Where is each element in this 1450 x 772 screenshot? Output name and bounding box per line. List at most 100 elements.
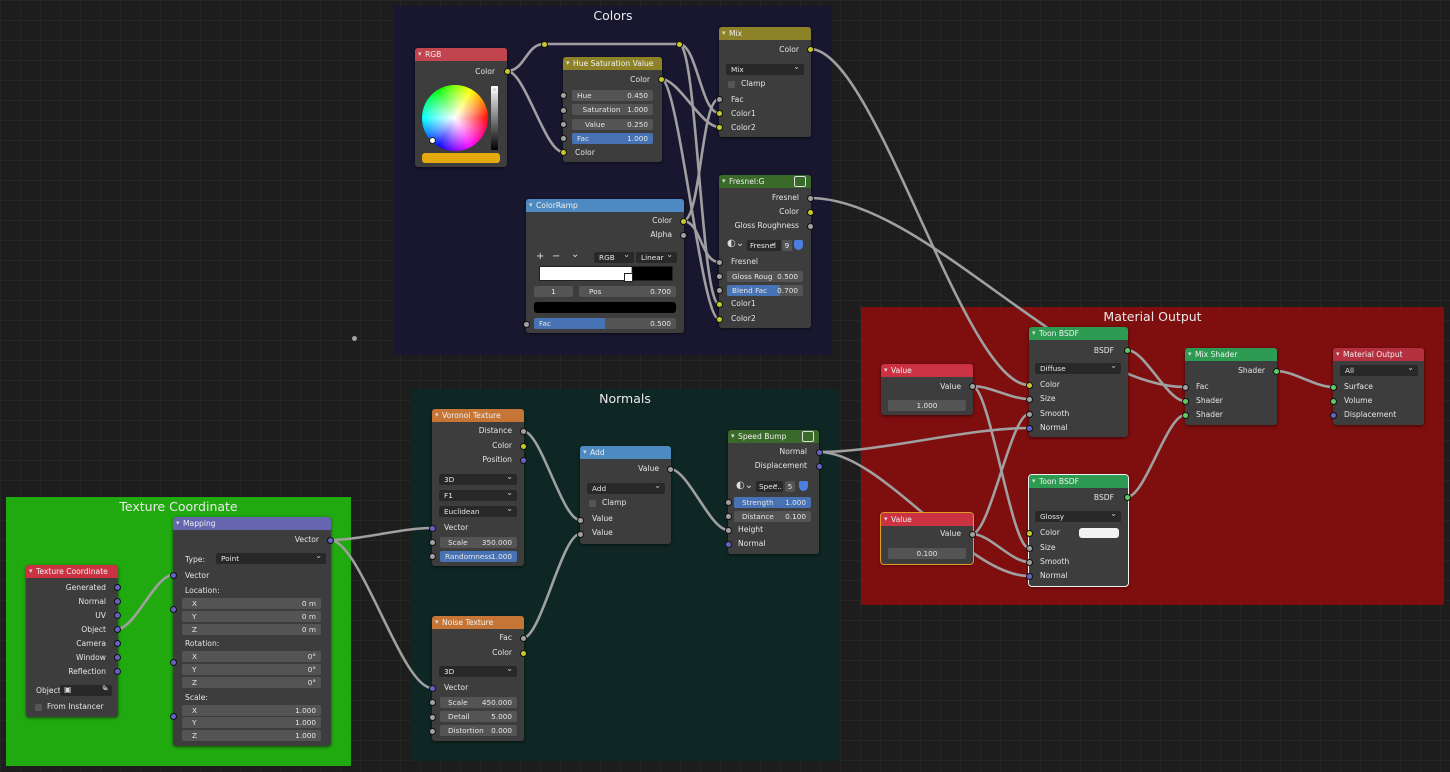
noise-texture-node[interactable]: Noise Texture Fac Color 3D Vector Scale 4…	[432, 616, 524, 741]
socket-voronoi-distance[interactable]	[520, 428, 527, 435]
socket-fresnel-in-blend[interactable]	[716, 287, 723, 294]
socket-matout-surface[interactable]	[1330, 384, 1337, 391]
toon2-color-swatch[interactable]	[1079, 528, 1119, 538]
value1-node-header[interactable]: Value	[881, 364, 973, 377]
rotation-x-field[interactable]: X 0°	[182, 651, 321, 662]
remove-stop-icon[interactable]: −	[552, 251, 560, 262]
socket-fresnel-out-color[interactable]	[807, 209, 814, 216]
node-tree-icon[interactable]: ◐⌄	[736, 480, 753, 491]
ramp-menu-chevron-icon[interactable]: ⌄	[571, 249, 579, 260]
socket-fresnel-out-gloss[interactable]	[807, 223, 814, 230]
socket-toon1-normal[interactable]	[1026, 425, 1033, 432]
socket-mapping-scale[interactable]	[170, 713, 177, 720]
scale-z-field[interactable]: Z 1.000	[182, 730, 321, 741]
socket-reroute-a[interactable]	[541, 41, 548, 48]
socket-mapping-rotation[interactable]	[170, 659, 177, 666]
socket-hsv-hue[interactable]	[560, 92, 567, 99]
socket-value1-out[interactable]	[969, 383, 976, 390]
gloss-roughness-field[interactable]: Gloss Roug 0.500	[727, 271, 803, 282]
socket-voronoi-scale[interactable]	[429, 539, 436, 546]
colorramp-node[interactable]: ColorRamp Color Alpha + − ⌄ RGB Linear 1…	[526, 199, 684, 333]
voronoi-node-header[interactable]: Voronoi Texture	[432, 409, 524, 422]
fresnel-group-node[interactable]: Fresnel:G Fresnel Color Gloss Roughness …	[719, 175, 811, 328]
mix-node-header[interactable]: Mix	[719, 27, 811, 40]
socket-fresnel-in-fresnel[interactable]	[716, 259, 723, 266]
ramp-stop-index-field[interactable]: 1	[534, 286, 573, 297]
fake-user-shield-icon[interactable]	[799, 481, 808, 491]
rgb-node-header[interactable]: RGB	[415, 48, 507, 61]
toon1-component-dropdown[interactable]: Diffuse	[1035, 360, 1121, 374]
mix-node[interactable]: Mix Color Mix Clamp Fac Color1 Color2	[719, 27, 811, 137]
socket-toon1-color[interactable]	[1026, 382, 1033, 389]
noise-scale-field[interactable]: Scale 450.000	[440, 697, 517, 708]
speed-bump-users-count[interactable]: 5	[785, 481, 795, 492]
noise-distortion-field[interactable]: Distortion 0.000	[440, 725, 517, 736]
rgb-node[interactable]: RGB Color	[415, 48, 507, 167]
socket-matout-volume[interactable]	[1330, 398, 1337, 405]
socket-ramp-alpha[interactable]	[680, 232, 687, 239]
socket-hsv-saturation[interactable]	[560, 107, 567, 114]
socket-texcoord-reflection[interactable]	[114, 668, 121, 675]
socket-mapping-location[interactable]	[170, 606, 177, 613]
socket-hsv-fac[interactable]	[560, 135, 567, 142]
reroute-dot[interactable]	[352, 336, 357, 341]
toon1-node-header[interactable]: Toon BSDF	[1029, 327, 1128, 340]
socket-toon2-smooth[interactable]	[1026, 559, 1033, 566]
value2-node-header[interactable]: Value	[881, 513, 973, 526]
fresnel-group-name-field[interactable]: Fresnel	[747, 237, 781, 251]
socket-texcoord-normal[interactable]	[114, 598, 121, 605]
noise-dimensions-dropdown[interactable]: 3D	[439, 663, 517, 677]
socket-noise-distortion[interactable]	[429, 728, 436, 735]
socket-ramp-color[interactable]	[680, 218, 687, 225]
ramp-fac-field[interactable]: Fac 0.500	[534, 318, 676, 329]
from-instancer-checkbox[interactable]	[35, 704, 42, 711]
voronoi-metric-dropdown[interactable]: Euclidean	[439, 503, 517, 517]
saturation-field[interactable]: Saturation 1.000	[572, 104, 653, 115]
socket-reroute-b[interactable]	[676, 41, 683, 48]
socket-toon2-size[interactable]	[1026, 545, 1033, 552]
socket-texcoord-camera[interactable]	[114, 640, 121, 647]
mix-blend-dropdown[interactable]: Mix	[726, 61, 804, 75]
add-operation-dropdown[interactable]: Add	[587, 480, 665, 494]
ramp-stop-color-swatch[interactable]	[534, 302, 676, 313]
socket-noise-scale[interactable]	[429, 699, 436, 706]
add-math-node[interactable]: Add Value Add Clamp Value Value	[580, 446, 671, 544]
socket-texcoord-uv[interactable]	[114, 612, 121, 619]
socket-voronoi-color[interactable]	[520, 443, 527, 450]
location-x-field[interactable]: X 0 m	[182, 598, 321, 609]
socket-noise-fac[interactable]	[520, 635, 527, 642]
mapping-type-dropdown[interactable]: Point	[216, 550, 326, 564]
material-output-node[interactable]: Material Output All Surface Volume Displ…	[1333, 348, 1424, 425]
rotation-z-field[interactable]: Z 0°	[182, 677, 321, 688]
value-slider[interactable]	[491, 86, 498, 150]
noise-detail-field[interactable]: Detail 5.000	[440, 711, 517, 722]
eyedropper-icon[interactable]: ✎	[102, 684, 109, 693]
socket-bump-height[interactable]	[725, 527, 732, 534]
socket-fresnel-in-gloss[interactable]	[716, 273, 723, 280]
speed-bump-group-node[interactable]: Speed Bump Normal Displacement ◐⌄ Spee..…	[728, 430, 819, 554]
socket-noise-vector[interactable]	[429, 685, 436, 692]
value-node-1[interactable]: Value Value 1.000	[881, 364, 973, 415]
location-y-field[interactable]: Y 0 m	[182, 611, 321, 622]
voronoi-scale-field[interactable]: Scale 350.000	[440, 537, 517, 548]
socket-mapping-vector[interactable]	[170, 572, 177, 579]
toon-bsdf-node-1[interactable]: Toon BSDF BSDF Diffuse Color Size Smooth…	[1029, 327, 1128, 437]
socket-mixshader-shader2[interactable]	[1182, 412, 1189, 419]
color-wheel-cursor[interactable]	[429, 137, 436, 144]
socket-voronoi-position[interactable]	[520, 457, 527, 464]
value-field[interactable]: Value 0.250	[572, 119, 653, 130]
noise-node-header[interactable]: Noise Texture	[432, 616, 524, 629]
socket-fresnel-out-fresnel[interactable]	[807, 195, 814, 202]
socket-hsv-out[interactable]	[658, 76, 665, 83]
hue-saturation-value-node[interactable]: Hue Saturation Value Color Hue 0.450 Satu…	[563, 57, 662, 162]
voronoi-randomness-field[interactable]: Randomness 1.000	[440, 551, 517, 562]
add-node-header[interactable]: Add	[580, 446, 671, 459]
texcoord-node-header[interactable]: Texture Coordinate	[26, 565, 118, 578]
node-tree-icon[interactable]: ◐⌄	[727, 238, 744, 249]
socket-toon2-color[interactable]	[1026, 530, 1033, 537]
socket-bump-out-displacement[interactable]	[816, 463, 823, 470]
socket-hsv-color[interactable]	[560, 149, 567, 156]
ramp-pos-field[interactable]: Pos 0.700	[579, 286, 676, 297]
socket-voronoi-vector[interactable]	[429, 525, 436, 532]
mapping-node[interactable]: Mapping Vector Type: Point Vector Locati…	[173, 517, 331, 746]
